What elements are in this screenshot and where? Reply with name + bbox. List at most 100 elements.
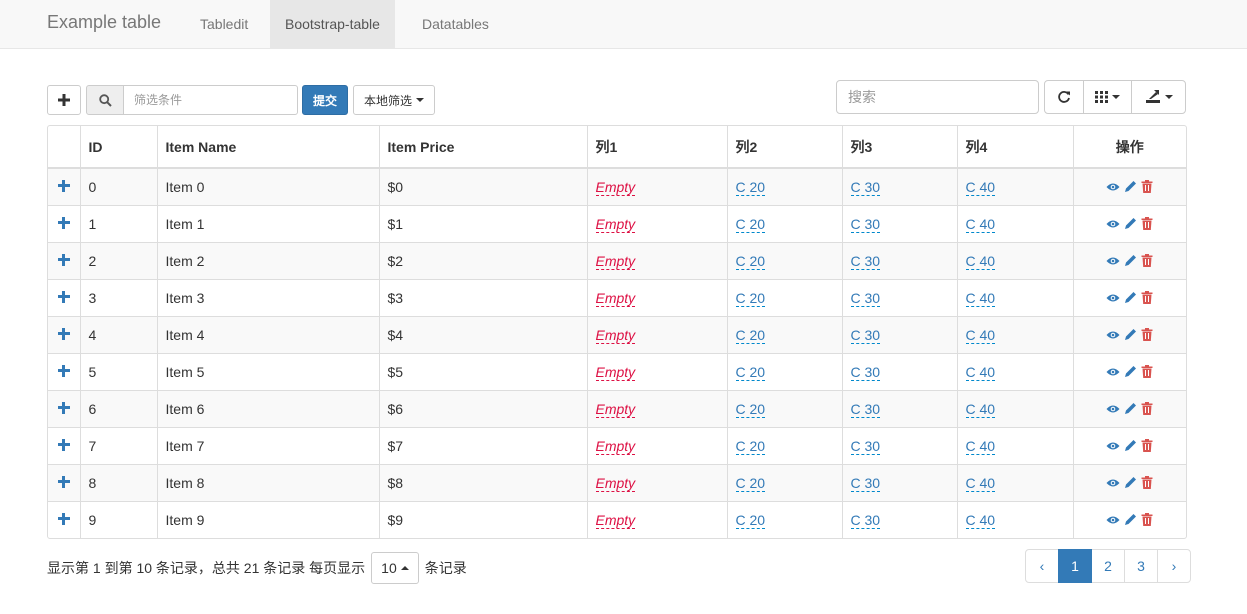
editable-col2[interactable]: C 20	[735, 215, 766, 233]
nav-tab-tabledit[interactable]: Tabledit	[185, 0, 263, 49]
header-id[interactable]: ID	[80, 126, 158, 169]
pencil-icon[interactable]	[1124, 513, 1137, 526]
table-row[interactable]: 0 Item 0 $0 Empty C 20 C 30 C 40	[48, 168, 1186, 206]
editable-col1[interactable]: Empty	[595, 511, 636, 529]
search-input[interactable]	[836, 80, 1039, 114]
submit-button[interactable]: 提交	[302, 85, 348, 115]
trash-icon[interactable]	[1141, 439, 1153, 452]
editable-col3[interactable]: C 30	[850, 326, 881, 344]
table-row[interactable]: 2 Item 2 $2 Empty C 20 C 30 C 40	[48, 242, 1186, 280]
table-row[interactable]: 8 Item 8 $8 Empty C 20 C 30 C 40	[48, 464, 1186, 502]
expand-plus-icon[interactable]	[57, 401, 70, 414]
trash-icon[interactable]	[1141, 254, 1153, 267]
eye-icon[interactable]	[1106, 330, 1120, 340]
table-row[interactable]: 7 Item 7 $7 Empty C 20 C 30 C 40	[48, 427, 1186, 465]
trash-icon[interactable]	[1141, 402, 1153, 415]
editable-col2[interactable]: C 20	[735, 289, 766, 307]
expand-plus-icon[interactable]	[57, 512, 70, 525]
editable-col4[interactable]: C 40	[965, 511, 996, 529]
editable-col2[interactable]: C 20	[735, 437, 766, 455]
editable-col2[interactable]: C 20	[735, 326, 766, 344]
editable-col3[interactable]: C 30	[850, 363, 881, 381]
expand-cell[interactable]	[48, 464, 81, 502]
pencil-icon[interactable]	[1124, 217, 1137, 230]
page-size-dropdown[interactable]: 10	[371, 552, 419, 584]
editable-col3[interactable]: C 30	[850, 400, 881, 418]
expand-cell[interactable]	[48, 427, 81, 465]
editable-col1[interactable]: Empty	[595, 215, 636, 233]
pencil-icon[interactable]	[1124, 328, 1137, 341]
header-item-price[interactable]: Item Price	[379, 126, 588, 169]
editable-col3[interactable]: C 30	[850, 215, 881, 233]
editable-col4[interactable]: C 40	[965, 363, 996, 381]
expand-cell[interactable]	[48, 501, 81, 538]
editable-col2[interactable]: C 20	[735, 363, 766, 381]
eye-icon[interactable]	[1106, 256, 1120, 266]
pencil-icon[interactable]	[1124, 439, 1137, 452]
local-filter-dropdown[interactable]: 本地筛选	[353, 85, 435, 115]
columns-toggle-button[interactable]	[1083, 80, 1132, 114]
brand-title[interactable]: Example table	[47, 12, 161, 33]
header-col1[interactable]: 列1	[587, 126, 728, 169]
pencil-icon[interactable]	[1124, 291, 1137, 304]
editable-col4[interactable]: C 40	[965, 178, 996, 196]
editable-col1[interactable]: Empty	[595, 326, 636, 344]
expand-plus-icon[interactable]	[57, 364, 70, 377]
editable-col1[interactable]: Empty	[595, 474, 636, 492]
editable-col2[interactable]: C 20	[735, 474, 766, 492]
header-col3[interactable]: 列3	[842, 126, 958, 169]
expand-plus-icon[interactable]	[57, 438, 70, 451]
table-row[interactable]: 6 Item 6 $6 Empty C 20 C 30 C 40	[48, 390, 1186, 428]
editable-col4[interactable]: C 40	[965, 474, 996, 492]
expand-plus-icon[interactable]	[57, 475, 70, 488]
expand-plus-icon[interactable]	[57, 290, 70, 303]
page-2[interactable]: 2	[1091, 549, 1125, 583]
nav-tab-bootstrap-table[interactable]: Bootstrap-table	[270, 0, 395, 49]
expand-plus-icon[interactable]	[57, 327, 70, 340]
pencil-icon[interactable]	[1124, 365, 1137, 378]
eye-icon[interactable]	[1106, 367, 1120, 377]
pencil-icon[interactable]	[1124, 476, 1137, 489]
trash-icon[interactable]	[1141, 180, 1153, 194]
trash-icon[interactable]	[1141, 217, 1153, 230]
eye-icon[interactable]	[1106, 293, 1120, 303]
trash-icon[interactable]	[1141, 513, 1153, 527]
refresh-button[interactable]	[1044, 80, 1084, 114]
expand-cell[interactable]	[48, 390, 81, 428]
pencil-icon[interactable]	[1124, 180, 1137, 193]
editable-col1[interactable]: Empty	[595, 178, 636, 196]
editable-col4[interactable]: C 40	[965, 252, 996, 270]
editable-col1[interactable]: Empty	[595, 252, 636, 270]
expand-cell[interactable]	[48, 316, 81, 354]
pencil-icon[interactable]	[1124, 254, 1137, 267]
page-next[interactable]: ›	[1157, 549, 1191, 583]
editable-col3[interactable]: C 30	[850, 511, 881, 529]
page-prev[interactable]: ‹	[1025, 549, 1059, 583]
eye-icon[interactable]	[1106, 441, 1120, 451]
editable-col3[interactable]: C 30	[850, 474, 881, 492]
expand-plus-icon[interactable]	[57, 253, 70, 266]
editable-col1[interactable]: Empty	[595, 437, 636, 455]
filter-input[interactable]	[123, 85, 298, 115]
table-row[interactable]: 4 Item 4 $4 Empty C 20 C 30 C 40	[48, 316, 1186, 354]
trash-icon[interactable]	[1141, 328, 1153, 341]
editable-col2[interactable]: C 20	[735, 178, 766, 196]
page-3[interactable]: 3	[1124, 549, 1158, 583]
editable-col4[interactable]: C 40	[965, 215, 996, 233]
nav-tab-datatables[interactable]: Datatables	[407, 0, 504, 49]
expand-plus-icon[interactable]	[57, 179, 70, 192]
table-row[interactable]: 1 Item 1 $1 Empty C 20 C 30 C 40	[48, 205, 1186, 243]
eye-icon[interactable]	[1106, 404, 1120, 414]
eye-icon[interactable]	[1106, 478, 1120, 488]
editable-col3[interactable]: C 30	[850, 437, 881, 455]
trash-icon[interactable]	[1141, 365, 1153, 378]
expand-cell[interactable]	[48, 242, 81, 280]
table-row[interactable]: 3 Item 3 $3 Empty C 20 C 30 C 40	[48, 279, 1186, 317]
add-row-button[interactable]	[47, 85, 81, 115]
editable-col4[interactable]: C 40	[965, 289, 996, 307]
editable-col1[interactable]: Empty	[595, 289, 636, 307]
header-item-name[interactable]: Item Name	[157, 126, 380, 169]
editable-col2[interactable]: C 20	[735, 252, 766, 270]
editable-col3[interactable]: C 30	[850, 289, 881, 307]
editable-col4[interactable]: C 40	[965, 437, 996, 455]
